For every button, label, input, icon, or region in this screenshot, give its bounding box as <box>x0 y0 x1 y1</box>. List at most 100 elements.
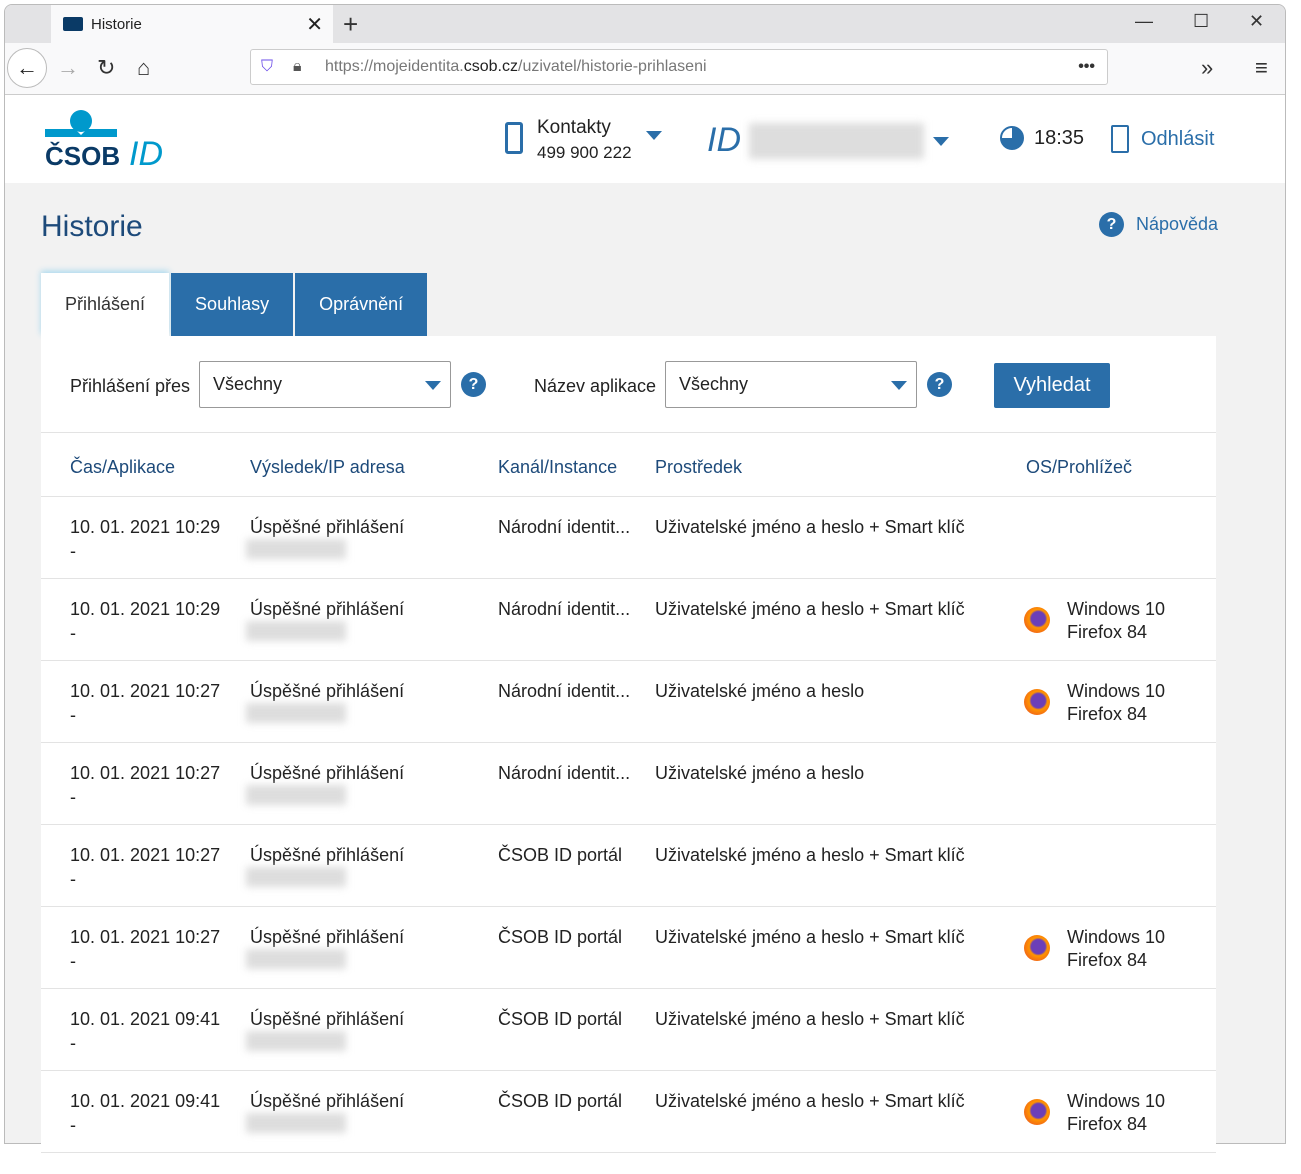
row-ip-redacted <box>246 539 346 559</box>
table-header: Čas/Aplikace Výsledek/IP adresa Kanál/In… <box>41 433 1216 497</box>
row-result: Úspěšné přihlášení <box>250 1091 405 1111</box>
row-channel: Národní identit... <box>498 763 631 783</box>
table-row: 10. 01. 2021 09:41 - Úspěšné přihlášení … <box>41 1071 1216 1153</box>
row-ip-redacted <box>246 621 346 641</box>
row-browser: Firefox 84 <box>1067 704 1148 724</box>
row-app: - <box>70 705 76 725</box>
reload-button[interactable]: ↻ <box>97 55 115 81</box>
table-row: 10. 01. 2021 09:41 - Úspěšné přihlášení … <box>41 989 1216 1071</box>
close-tab-icon[interactable]: ✕ <box>306 12 323 37</box>
row-ip-redacted <box>246 949 346 969</box>
minimize-button[interactable]: — <box>1135 11 1153 32</box>
table-row: 10. 01. 2021 10:29 - Úspěšné přihlášení … <box>41 579 1216 661</box>
tab-title: Historie <box>91 15 142 33</box>
overflow-icon[interactable]: » <box>1201 55 1213 81</box>
page-actions-icon[interactable]: ••• <box>1078 50 1095 84</box>
user-menu-chevron-icon[interactable] <box>933 137 949 146</box>
site-header: ČSOB ID Kontakty 499 900 222 ID 18:35 Odhl… <box>5 95 1285 183</box>
col-os-browser[interactable]: OS/Prohlížeč <box>1026 457 1132 478</box>
row-app: - <box>70 541 76 561</box>
table-row: 10. 01. 2021 10:27 - Úspěšné přihlášení … <box>41 661 1216 743</box>
svg-text:ID: ID <box>129 135 163 169</box>
login-via-help-icon[interactable]: ? <box>461 372 486 397</box>
row-browser: Firefox 84 <box>1067 622 1148 642</box>
contacts-phone: 499 900 222 <box>537 143 632 162</box>
back-button[interactable]: ← <box>7 48 47 88</box>
row-result: Úspěšné přihlášení <box>250 927 405 947</box>
row-method: Uživatelské jméno a heslo + Smart klíč <box>655 927 965 947</box>
forward-button[interactable]: → <box>57 55 79 81</box>
login-via-select[interactable]: Všechny <box>199 361 451 408</box>
app-name-label: Název aplikace <box>534 376 657 396</box>
close-window-button[interactable]: ✕ <box>1249 11 1264 32</box>
row-app: - <box>70 1115 76 1135</box>
csob-id-logo[interactable]: ČSOB ID <box>45 109 175 174</box>
row-method: Uživatelské jméno a heslo <box>655 681 865 701</box>
firefox-icon <box>1024 607 1050 633</box>
row-method: Uživatelské jméno a heslo + Smart klíč <box>655 1091 965 1111</box>
timer-icon <box>1000 126 1024 150</box>
tab-souhlasy[interactable]: Souhlasy <box>171 273 294 336</box>
home-button[interactable]: ⌂ <box>137 55 150 81</box>
maximize-button[interactable]: ☐ <box>1193 11 1209 32</box>
row-result: Úspěšné přihlášení <box>250 517 405 537</box>
browser-tab[interactable]: Historie ✕ <box>51 5 333 43</box>
col-method[interactable]: Prostředek <box>655 457 742 478</box>
row-ip-redacted <box>246 1031 346 1051</box>
firefox-icon <box>1024 935 1050 961</box>
nav-bar: ← → ↻ ⌂ ⛉ 🔒︎ https://mojeidentita.csob.cz… <box>5 43 1285 95</box>
url-bar[interactable]: ⛉ 🔒︎ https://mojeidentita.csob.cz/uzivate… <box>250 49 1108 85</box>
row-channel: ČSOB ID portál <box>498 1009 623 1029</box>
contacts-menu[interactable]: Kontakty 499 900 222 <box>505 117 662 163</box>
col-channel[interactable]: Kanál/Instance <box>498 457 617 478</box>
row-channel: ČSOB ID portál <box>498 1091 623 1111</box>
new-tab-button[interactable]: + <box>343 9 358 40</box>
row-time: 10. 01. 2021 09:41 <box>70 1009 221 1029</box>
help-label: Nápověda <box>1136 214 1219 234</box>
login-via-label: Přihlášení přes <box>70 376 191 396</box>
tab-prihlaseni[interactable]: Přihlášení <box>41 273 170 336</box>
row-result: Úspěšné přihlášení <box>250 599 405 619</box>
user-name-redacted[interactable] <box>749 123 924 159</box>
row-ip-redacted <box>246 867 346 887</box>
table-row: 10. 01. 2021 10:27 - Úspěšné přihlášení … <box>41 743 1216 825</box>
search-button[interactable]: Vyhledat <box>994 363 1110 408</box>
row-ip-redacted <box>246 785 346 805</box>
table-row: 10. 01. 2021 10:27 - Úspěšné přihlášení … <box>41 825 1216 907</box>
table-row: 10. 01. 2021 10:27 - Úspěšné přihlášení … <box>41 907 1216 989</box>
firefox-icon <box>1024 1099 1050 1125</box>
tab-strip: Historie ✕ + — ☐ ✕ <box>5 5 1285 43</box>
row-browser: Firefox 84 <box>1067 950 1148 970</box>
col-result[interactable]: Výsledek/IP adresa <box>250 457 405 478</box>
url-path: /uzivatel/historie-prihlaseni <box>518 58 707 75</box>
row-method: Uživatelské jméno a heslo <box>655 763 865 783</box>
app-name-help-icon[interactable]: ? <box>927 372 952 397</box>
logout-label: Odhlásit <box>1141 127 1215 150</box>
row-time: 10. 01. 2021 10:29 <box>70 517 221 537</box>
help-link[interactable]: ? Nápověda <box>1099 212 1218 237</box>
row-result: Úspěšné přihlášení <box>250 1009 405 1029</box>
row-method: Uživatelské jméno a heslo + Smart klíč <box>655 845 965 865</box>
row-channel: ČSOB ID portál <box>498 845 623 865</box>
history-tabs: Přihlášení Souhlasy Oprávnění <box>41 273 428 336</box>
row-time: 10. 01. 2021 10:29 <box>70 599 221 619</box>
logout-icon <box>1111 125 1129 153</box>
chevron-down-icon <box>645 131 662 140</box>
session-timer: 18:35 <box>1000 126 1084 150</box>
row-time: 10. 01. 2021 10:27 <box>70 845 221 865</box>
contacts-label: Kontakty <box>537 117 611 138</box>
url-host: csob.cz <box>463 58 518 75</box>
page-title: Historie <box>41 210 143 243</box>
row-result: Úspěšné přihlášení <box>250 845 405 865</box>
login-via-value: Všechny <box>213 374 283 394</box>
row-os: Windows 10 <box>1067 927 1166 947</box>
logout-button[interactable]: Odhlásit <box>1111 125 1214 153</box>
row-method: Uživatelské jméno a heslo + Smart klíč <box>655 1009 965 1029</box>
timer-value: 18:35 <box>1034 126 1085 149</box>
col-time[interactable]: Čas/Aplikace <box>70 457 175 478</box>
menu-icon[interactable]: ≡ <box>1255 55 1268 81</box>
row-channel: ČSOB ID portál <box>498 927 623 947</box>
app-name-select[interactable]: Všechny <box>665 361 917 408</box>
tab-opravneni[interactable]: Oprávnění <box>295 273 428 336</box>
row-method: Uživatelské jméno a heslo + Smart klíč <box>655 517 965 537</box>
